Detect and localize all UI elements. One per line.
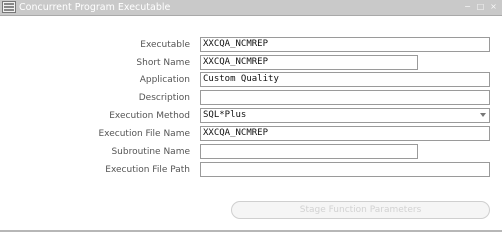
description-label: Description <box>138 93 190 103</box>
bottom-divider <box>0 230 502 232</box>
execution-file-name-field[interactable]: XXCQA_NCMREP <box>200 126 490 141</box>
executable-label: Executable <box>140 40 190 50</box>
row-execution-method: Execution Method SQL*Plus <box>0 108 502 124</box>
row-application: Application Custom Quality <box>0 72 502 88</box>
row-description: Description <box>0 90 502 106</box>
execution-method-value: SQL*Plus <box>203 110 247 120</box>
row-executable: Executable XXCQA_NCMREP <box>0 37 502 53</box>
row-execution-file-path: Execution File Path <box>0 162 502 178</box>
short-name-label: Short Name <box>136 58 190 68</box>
application-label: Application <box>139 75 190 85</box>
execution-method-select[interactable]: SQL*Plus <box>200 108 490 123</box>
execution-method-label: Execution Method <box>109 111 190 121</box>
execution-file-path-field[interactable] <box>200 162 490 177</box>
chevron-down-icon[interactable] <box>480 113 486 117</box>
stage-function-parameters-button[interactable]: Stage Function Parameters <box>231 201 490 219</box>
executable-form: Executable XXCQA_NCMREP Short Name XXCQA… <box>0 0 502 237</box>
application-field[interactable]: Custom Quality <box>200 72 490 87</box>
row-execution-file-name: Execution File Name XXCQA_NCMREP <box>0 126 502 142</box>
subroutine-name-field[interactable] <box>200 144 418 159</box>
row-subroutine-name: Subroutine Name <box>0 144 502 160</box>
row-short-name: Short Name XXCQA_NCMREP <box>0 55 502 71</box>
execution-file-path-label: Execution File Path <box>105 165 190 175</box>
executable-field[interactable]: XXCQA_NCMREP <box>200 37 490 52</box>
subroutine-name-label: Subroutine Name <box>111 147 190 157</box>
short-name-field[interactable]: XXCQA_NCMREP <box>200 55 418 70</box>
execution-file-name-label: Execution File Name <box>98 129 191 139</box>
description-field[interactable] <box>200 90 490 105</box>
